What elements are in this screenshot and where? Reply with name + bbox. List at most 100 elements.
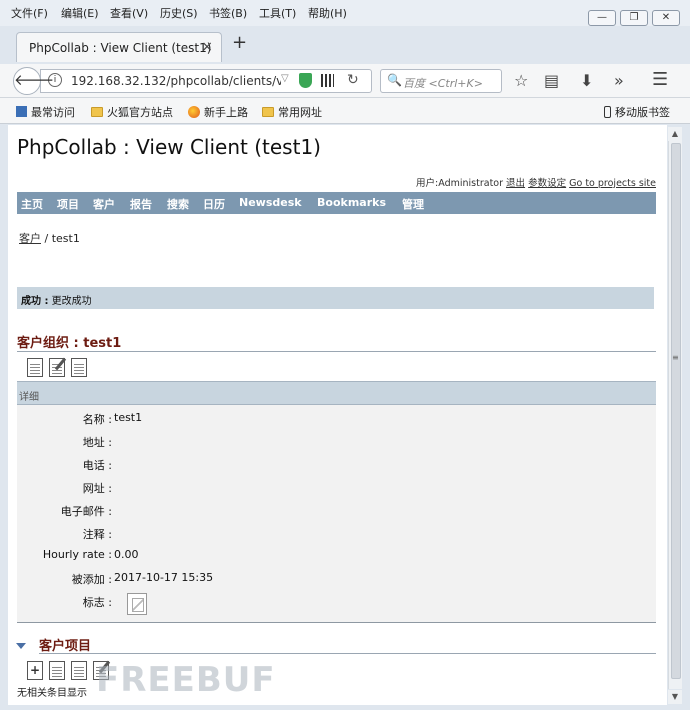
menu-bookmarks[interactable]: 书签(B): [209, 5, 247, 21]
field-value: 2017-10-17 15:35: [114, 571, 214, 584]
tab-strip: PhpCollab : View Client (test1) ×: [0, 26, 690, 64]
field-comments: 注释 :: [17, 526, 656, 544]
client-projects-heading: 客户项目: [39, 639, 92, 654]
bookmark-mobile[interactable]: 移动版书签: [604, 104, 670, 120]
field-label: 被添加 :: [71, 573, 112, 586]
shield-icon[interactable]: [299, 73, 312, 88]
bookmark-firefox-official[interactable]: 火狐官方站点: [91, 104, 173, 120]
nav-newsdesk[interactable]: Newsdesk: [239, 196, 302, 209]
field-hourly-rate: Hourly rate :0.00: [17, 548, 656, 566]
download-icon[interactable]: ⬇: [580, 71, 593, 90]
field-label: 名称 :: [82, 413, 112, 426]
menu-edit[interactable]: 编辑(E): [61, 5, 99, 21]
field-phone: 电话 :: [17, 457, 656, 475]
tab-close-icon[interactable]: ×: [201, 39, 213, 55]
scroll-up-button[interactable]: ▲: [668, 127, 682, 141]
organization-label: 客户组织 :: [17, 336, 79, 351]
reading-list-icon[interactable]: ▤: [544, 71, 559, 90]
folder-icon: [91, 107, 103, 117]
bookmark-label: 火狐官方站点: [107, 106, 173, 119]
collapse-arrow-icon[interactable]: [16, 643, 26, 649]
menu-bar: 文件(F) 编辑(E) 查看(V) 历史(S) 书签(B) 工具(T) 帮助(H…: [0, 0, 690, 26]
bookmark-label: 最常访问: [31, 106, 75, 119]
menu-history[interactable]: 历史(S): [160, 5, 198, 21]
field-label: 地址 :: [82, 436, 112, 449]
bookmark-label: 常用网址: [278, 106, 322, 119]
scrollbar-thumb[interactable]: [671, 143, 681, 679]
qr-code-icon[interactable]: [321, 74, 334, 87]
bookmarks-bar: 最常访问 火狐官方站点 新手上路 常用网址 移动版书签: [0, 98, 690, 124]
bookmarks-icon: [16, 106, 27, 117]
details-panel: 名称 : test1 地址 : 电话 : 网址 : 电子邮件 : 注释 : Hou…: [17, 405, 656, 623]
logout-link[interactable]: 退出: [506, 178, 525, 189]
nav-bar: i 192.168.32.132/phpcollab/clients/vie ▽…: [0, 64, 690, 98]
scroll-grip-icon: ≡: [672, 353, 679, 362]
field-name: 名称 : test1: [17, 411, 656, 429]
divider: [39, 653, 656, 654]
firefox-icon: [188, 106, 200, 118]
bookmark-most-visited[interactable]: 最常访问: [16, 104, 75, 120]
page-viewport: PhpCollab : View Client (test1) 用户:Admin…: [8, 125, 667, 705]
url-dropdown-icon[interactable]: ▽: [281, 73, 289, 84]
hamburger-menu-icon[interactable]: ☰: [652, 69, 668, 90]
field-label: 标志 :: [82, 596, 112, 609]
url-text[interactable]: 192.168.32.132/phpcollab/clients/vie: [71, 74, 281, 88]
nav-bookmarks[interactable]: Bookmarks: [317, 196, 386, 209]
print-document-icon[interactable]: [27, 358, 43, 377]
breadcrumb: 客户 / test1: [19, 230, 80, 246]
field-label: Hourly rate :: [42, 548, 112, 561]
back-button[interactable]: 🡐: [13, 67, 54, 95]
menu-tools[interactable]: 工具(T): [259, 5, 296, 21]
menu-file[interactable]: 文件(F): [11, 5, 48, 21]
pen-icon: [54, 357, 67, 371]
empty-list-message: 无相关条目显示: [17, 688, 87, 699]
maximize-button[interactable]: ❐: [620, 10, 648, 26]
broken-image-icon: [127, 593, 147, 615]
close-window-button[interactable]: ✕: [652, 10, 680, 26]
details-header-label: 详细: [19, 392, 39, 403]
projects-site-link[interactable]: Go to projects site: [569, 178, 656, 189]
new-tab-button[interactable]: +: [232, 32, 247, 53]
preferences-link[interactable]: 参数设定: [528, 178, 566, 189]
field-value: 0.00: [114, 548, 139, 561]
status-message: 成功 : 更改成功: [17, 287, 654, 309]
url-bar[interactable]: i 192.168.32.132/phpcollab/clients/vie ▽…: [40, 69, 372, 93]
field-created: 被添加 :2017-10-17 15:35: [17, 571, 656, 589]
breadcrumb-separator: /: [41, 232, 52, 245]
bookmark-common-sites[interactable]: 常用网址: [262, 104, 322, 120]
watermark-logo: FREEBUF: [96, 660, 276, 700]
tab-title: PhpCollab : View Client (test1): [29, 41, 212, 55]
minimize-button[interactable]: —: [588, 10, 616, 26]
nav-admin[interactable]: 管理: [402, 196, 424, 212]
add-project-icon[interactable]: +: [27, 661, 43, 680]
field-website: 网址 :: [17, 480, 656, 498]
nav-projects[interactable]: 项目: [57, 196, 79, 212]
overflow-icon[interactable]: »: [614, 71, 624, 90]
menu-view[interactable]: 查看(V): [110, 5, 148, 21]
user-line: 用户:Administrator 退出 参数设定 Go to projects …: [416, 175, 656, 189]
view-document-icon[interactable]: [71, 661, 87, 680]
folder-icon: [262, 107, 274, 117]
scroll-down-button[interactable]: ▼: [668, 690, 682, 704]
nav-search[interactable]: 搜索: [167, 196, 189, 212]
field-address: 地址 :: [17, 434, 656, 452]
vertical-scrollbar[interactable]: ≡: [668, 141, 682, 689]
field-logo: 标志 :: [17, 594, 656, 612]
back-arrow-icon: 🡐: [14, 71, 55, 89]
tab-phpcollab[interactable]: PhpCollab : View Client (test1) ×: [16, 32, 222, 62]
nav-home[interactable]: 主页: [21, 196, 43, 212]
reload-icon[interactable]: ↻: [347, 72, 359, 88]
nav-calendar[interactable]: 日历: [203, 196, 225, 212]
nav-reports[interactable]: 报告: [130, 196, 152, 212]
edit-document-icon[interactable]: [49, 357, 67, 377]
bookmark-star-icon[interactable]: ☆: [514, 71, 528, 90]
user-name: 用户:Administrator: [416, 178, 504, 189]
print-document-icon[interactable]: [49, 661, 65, 680]
calculator-icon[interactable]: [71, 358, 87, 377]
breadcrumb-clients-link[interactable]: 客户: [19, 232, 41, 245]
search-box[interactable]: 🔍 百度 <Ctrl+K>: [380, 69, 502, 93]
bookmark-getting-started[interactable]: 新手上路: [188, 104, 248, 120]
menu-help[interactable]: 帮助(H): [308, 5, 347, 21]
field-label: 注释 :: [82, 528, 112, 541]
nav-clients[interactable]: 客户: [93, 196, 115, 212]
